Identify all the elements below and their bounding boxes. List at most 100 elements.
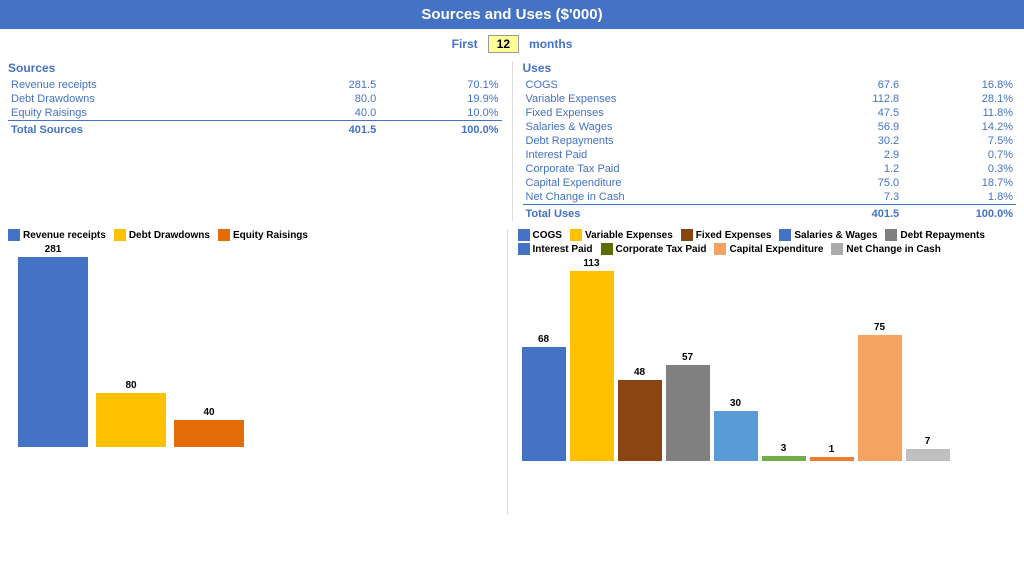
uses-row: Debt Repayments30.27.5%: [523, 134, 1017, 148]
bar-label: 3: [781, 443, 787, 454]
right-bar-group: 30: [714, 398, 758, 461]
bar: [906, 449, 950, 461]
legend-color: [114, 229, 126, 241]
legend-color: [885, 229, 897, 241]
left-bar-group: 40: [174, 407, 244, 447]
bar: [570, 271, 614, 461]
bar-label: 7: [925, 436, 931, 447]
legend-label: Salaries & Wages: [794, 230, 877, 241]
right-bar-group: 48: [618, 367, 662, 461]
uses-row: Salaries & Wages56.914.2%: [523, 120, 1017, 134]
legend-label: Net Change in Cash: [846, 244, 940, 255]
sources-title: Sources: [8, 61, 502, 75]
right-legend-item: Corporate Tax Paid: [601, 243, 707, 255]
legend-label: Debt Drawdowns: [129, 230, 210, 241]
legend-label: Debt Repayments: [900, 230, 984, 241]
first-label: First: [452, 37, 478, 51]
months-label: months: [529, 37, 572, 51]
legend-label: Revenue receipts: [23, 230, 106, 241]
bar: [96, 393, 166, 447]
right-bar-group: 1: [810, 444, 854, 461]
left-panel: Sources Revenue receipts281.570.1%Debt D…: [8, 61, 512, 221]
right-bar-group: 7: [906, 436, 950, 461]
bar: [618, 380, 662, 461]
uses-row: COGS67.616.8%: [523, 78, 1017, 92]
bar-label: 113: [583, 258, 599, 269]
sources-total-row: Total Sources401.5100.0%: [8, 121, 502, 138]
bar-label: 75: [874, 322, 885, 333]
months-input[interactable]: 12: [488, 35, 519, 53]
sources-row: Equity Raisings40.010.0%: [8, 106, 502, 121]
right-chart: COGS Variable Expenses Fixed Expenses Salar…: [507, 229, 1017, 515]
sources-row: Revenue receipts281.570.1%: [8, 78, 502, 92]
bar: [810, 457, 854, 461]
bar: [762, 456, 806, 461]
sources-total-value: 401.5: [257, 121, 379, 138]
months-row: First 12 months: [0, 29, 1024, 57]
left-legend-item: Equity Raisings: [218, 229, 308, 241]
bar: [666, 365, 710, 461]
uses-total-value: 401.5: [788, 205, 902, 222]
right-bar-chart: 68 113 48 57 30 3 1 75 7: [518, 261, 1017, 461]
sources-row: Debt Drawdowns80.019.9%: [8, 92, 502, 106]
bar-label: 40: [203, 407, 214, 418]
right-legend-item: Variable Expenses: [570, 229, 673, 241]
right-bar-group: 3: [762, 443, 806, 461]
legend-label: Capital Expenditure: [729, 244, 823, 255]
bar: [174, 420, 244, 447]
right-panel: Uses COGS67.616.8%Variable Expenses112.8…: [512, 61, 1017, 221]
header: Sources and Uses ($'000): [0, 0, 1024, 29]
right-legend-item: Net Change in Cash: [831, 243, 940, 255]
uses-row: Net Change in Cash7.31.8%: [523, 190, 1017, 205]
legend-color: [714, 243, 726, 255]
bar-label: 68: [538, 334, 549, 345]
charts-row: Revenue receipts Debt Drawdowns Equity Rai…: [0, 225, 1024, 515]
bar: [858, 335, 902, 461]
legend-label: Corporate Tax Paid: [616, 244, 707, 255]
uses-total-row: Total Uses401.5100.0%: [523, 205, 1017, 222]
bar-label: 30: [730, 398, 741, 409]
legend-color: [8, 229, 20, 241]
sources-total-label: Total Sources: [8, 121, 257, 138]
bar-label: 57: [682, 352, 693, 363]
bar-label: 80: [125, 380, 136, 391]
sources-total-pct: 100.0%: [379, 121, 501, 138]
legend-color: [831, 243, 843, 255]
right-bar-group: 57: [666, 352, 710, 461]
bar-label: 1: [829, 444, 835, 455]
uses-total-label: Total Uses: [523, 205, 789, 222]
bar: [18, 257, 88, 447]
legend-color: [518, 243, 530, 255]
sources-table: Revenue receipts281.570.1%Debt Drawdowns…: [8, 78, 502, 137]
left-bar-group: 80: [96, 380, 166, 447]
legend-label: Equity Raisings: [233, 230, 308, 241]
left-bar-chart: 281 80 40: [8, 247, 507, 447]
right-bar-group: 68: [522, 334, 566, 461]
bar: [714, 411, 758, 461]
legend-color: [681, 229, 693, 241]
right-legend-item: Capital Expenditure: [714, 243, 823, 255]
legend-color: [518, 229, 530, 241]
left-legend: Revenue receipts Debt Drawdowns Equity Rai…: [8, 229, 507, 241]
legend-label: Fixed Expenses: [696, 230, 772, 241]
uses-row: Variable Expenses112.828.1%: [523, 92, 1017, 106]
legend-label: Variable Expenses: [585, 230, 673, 241]
uses-total-pct: 100.0%: [902, 205, 1016, 222]
bar-label: 281: [45, 244, 62, 255]
right-legend-item: Debt Repayments: [885, 229, 984, 241]
left-legend-item: Revenue receipts: [8, 229, 106, 241]
uses-row: Interest Paid2.90.7%: [523, 148, 1017, 162]
uses-title: Uses: [523, 61, 1017, 75]
left-bar-group: 281: [18, 244, 88, 447]
right-bar-group: 75: [858, 322, 902, 461]
legend-label: COGS: [533, 230, 562, 241]
right-legend: COGS Variable Expenses Fixed Expenses Salar…: [518, 229, 1017, 255]
legend-color: [218, 229, 230, 241]
main-content: Sources Revenue receipts281.570.1%Debt D…: [0, 57, 1024, 225]
right-bar-group: 113: [570, 258, 614, 461]
uses-row: Corporate Tax Paid1.20.3%: [523, 162, 1017, 176]
legend-color: [570, 229, 582, 241]
right-legend-item: Salaries & Wages: [779, 229, 877, 241]
uses-table: COGS67.616.8%Variable Expenses112.828.1%…: [523, 78, 1017, 221]
bar-label: 48: [634, 367, 645, 378]
